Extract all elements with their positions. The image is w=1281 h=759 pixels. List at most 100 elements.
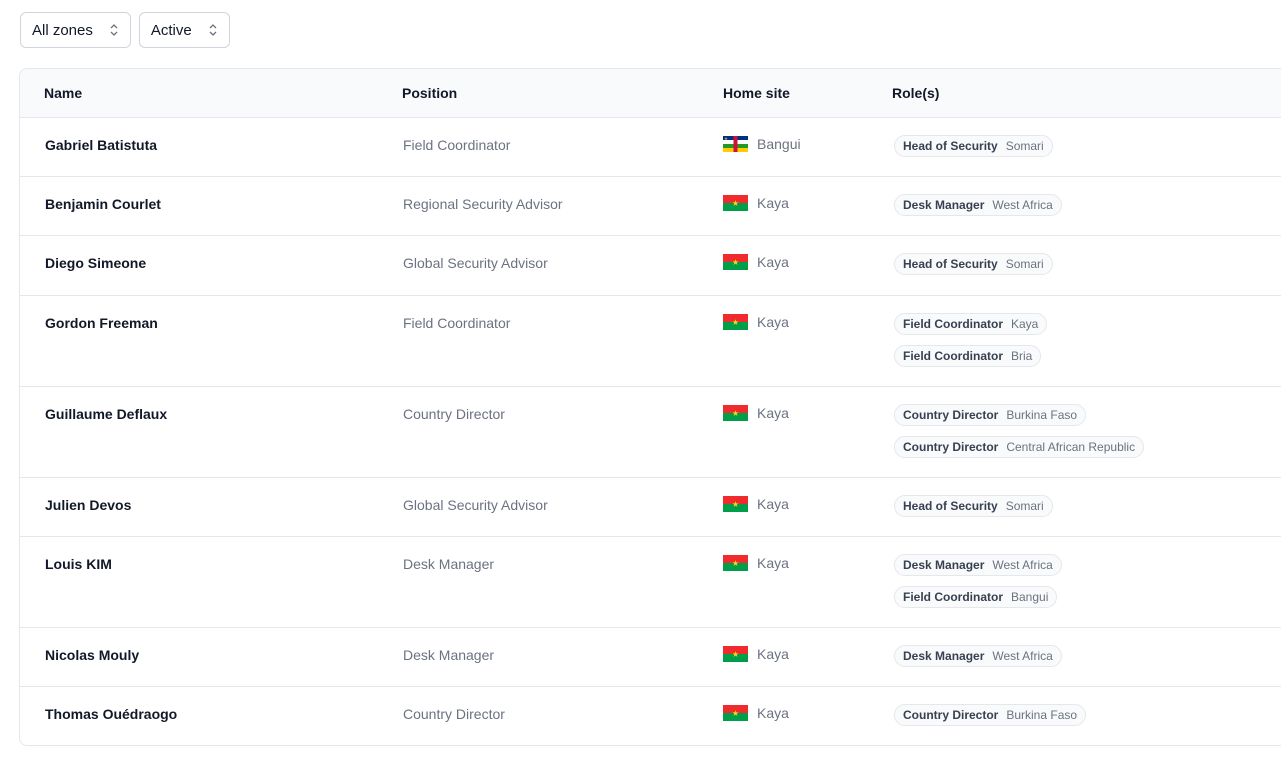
user-position: Desk Manager [403, 556, 495, 572]
user-name: Gabriel Batistuta [45, 137, 158, 153]
user-position: Global Security Advisor [403, 497, 548, 513]
role-badge: Field Coordinator Kaya [894, 313, 1048, 335]
role-list: Desk Manager West Africa [894, 645, 1062, 667]
home-site: Kaya [723, 705, 789, 721]
status-select-value: Active [150, 21, 192, 39]
burkina-faso-flag-icon [723, 405, 748, 421]
role-name: Head of Security [903, 139, 998, 153]
user-name: Benjamin Courlet [45, 196, 161, 212]
table-row[interactable]: Diego Simeone Global Security Advisor Kaya… [20, 236, 1281, 296]
user-name: Nicolas Mouly [45, 647, 140, 663]
burkina-faso-flag-icon [723, 314, 748, 330]
home-site-label: Kaya [757, 314, 789, 330]
role-list: Desk Manager West Africa [894, 194, 1062, 216]
role-badge: Country Director Burkina Faso [894, 404, 1087, 426]
table-row[interactable]: Julien Devos Global Security Advisor Kaya H… [20, 478, 1281, 537]
role-name: Field Coordinator [903, 317, 1003, 331]
role-name: Head of Security [903, 499, 998, 513]
chevron-up-down-icon [109, 22, 119, 38]
role-badge: Desk Manager West Africa [894, 554, 1062, 576]
role-list: Head of Security Somari [894, 253, 1053, 275]
user-position: Country Director [403, 406, 505, 422]
role-zone: Bangui [1011, 590, 1049, 604]
user-position: Regional Security Advisor [403, 196, 563, 212]
role-list: Head of Security Somari [894, 135, 1053, 157]
home-site: Kaya [723, 646, 789, 662]
home-site: Bangui [723, 136, 801, 152]
role-badge: Desk Manager West Africa [894, 645, 1062, 667]
user-name: Thomas Ouédraogo [45, 706, 178, 722]
role-name: Country Director [903, 408, 999, 422]
user-position: Country Director [403, 706, 505, 722]
role-zone: Burkina Faso [1006, 408, 1078, 422]
filter-bar: All zones Active [20, 12, 230, 48]
role-name: Field Coordinator [903, 349, 1003, 363]
role-zone: Kaya [1011, 317, 1039, 331]
user-position: Field Coordinator [403, 137, 511, 153]
home-site: Kaya [723, 195, 789, 211]
home-site-label: Kaya [757, 254, 789, 270]
home-site: Kaya [723, 314, 789, 330]
table-header: Name Position Home site Role(s) [20, 69, 1281, 118]
burkina-faso-flag-icon [723, 254, 748, 270]
central-african-republic-flag-icon [723, 136, 748, 152]
burkina-faso-flag-icon [723, 195, 748, 211]
role-list: Country Director Burkina Faso [894, 704, 1087, 726]
chevron-up-down-icon [208, 22, 218, 38]
role-name: Country Director [903, 708, 999, 722]
home-site-label: Kaya [757, 646, 789, 662]
column-header-roles[interactable]: Role(s) [892, 69, 939, 118]
role-badge: Desk Manager West Africa [894, 194, 1062, 216]
role-badge: Head of Security Somari [894, 135, 1053, 157]
role-zone: West Africa [992, 649, 1053, 663]
role-list: Country Director Burkina Faso Country Dire… [894, 404, 1145, 458]
role-zone: West Africa [992, 198, 1053, 212]
user-name: Diego Simeone [45, 255, 147, 271]
burkina-faso-flag-icon [723, 646, 748, 662]
table-row[interactable]: Thomas Ouédraogo Country Director Kaya Coun… [20, 687, 1281, 745]
status-select[interactable]: Active [138, 12, 230, 48]
role-name: Desk Manager [903, 649, 985, 663]
burkina-faso-flag-icon [723, 705, 748, 721]
home-site-label: Kaya [757, 195, 789, 211]
role-zone: Somari [1005, 499, 1044, 513]
role-name: Field Coordinator [903, 590, 1003, 604]
table-row[interactable]: Gabriel Batistuta Field Coordinator Bangui… [20, 118, 1281, 177]
home-site: Kaya [723, 254, 789, 270]
column-header-home-site[interactable]: Home site [723, 69, 790, 118]
role-badge: Country Director Central African Republic [894, 436, 1145, 458]
burkina-faso-flag-icon [723, 496, 748, 512]
table-row[interactable]: Gordon Freeman Field Coordinator Kaya Field… [20, 296, 1281, 387]
role-badge: Head of Security Somari [894, 253, 1053, 275]
role-list: Field Coordinator Kaya Field Coordinator Br… [894, 313, 1048, 367]
users-table: Name Position Home site Role(s) Gabriel … [19, 68, 1281, 746]
column-header-name[interactable]: Name [44, 69, 82, 118]
role-zone: Somari [1005, 139, 1044, 153]
user-position: Global Security Advisor [403, 255, 548, 271]
zone-select[interactable]: All zones [20, 12, 131, 48]
user-position: Field Coordinator [403, 315, 511, 331]
role-badge: Head of Security Somari [894, 495, 1053, 517]
table-row[interactable]: Louis KIM Desk Manager Kaya Desk Manager Wes… [20, 537, 1281, 628]
role-badge: Field Coordinator Bangui [894, 586, 1058, 608]
home-site-label: Kaya [757, 705, 789, 721]
user-name: Louis KIM [45, 556, 112, 572]
role-badge: Field Coordinator Bria [894, 345, 1042, 367]
role-name: Country Director [903, 440, 999, 454]
home-site-label: Kaya [757, 405, 789, 421]
role-list: Head of Security Somari [894, 495, 1053, 517]
role-list: Desk Manager West Africa Field Coordinator… [894, 554, 1062, 608]
user-position: Desk Manager [403, 647, 495, 663]
user-name: Julien Devos [45, 497, 132, 513]
table-row[interactable]: Nicolas Mouly Desk Manager Kaya Desk Manage… [20, 628, 1281, 687]
home-site-label: Kaya [757, 555, 789, 571]
column-header-position[interactable]: Position [402, 69, 457, 118]
home-site: Kaya [723, 496, 789, 512]
table-row[interactable]: Benjamin Courlet Regional Security Adviso… [20, 177, 1281, 236]
home-site: Kaya [723, 405, 789, 421]
role-name: Desk Manager [903, 558, 985, 572]
table-row[interactable]: Guillaume Deflaux Country Director Kaya Cou… [20, 387, 1281, 478]
home-site-label: Bangui [757, 136, 801, 152]
home-site-label: Kaya [757, 496, 789, 512]
zone-select-value: All zones [32, 21, 93, 39]
